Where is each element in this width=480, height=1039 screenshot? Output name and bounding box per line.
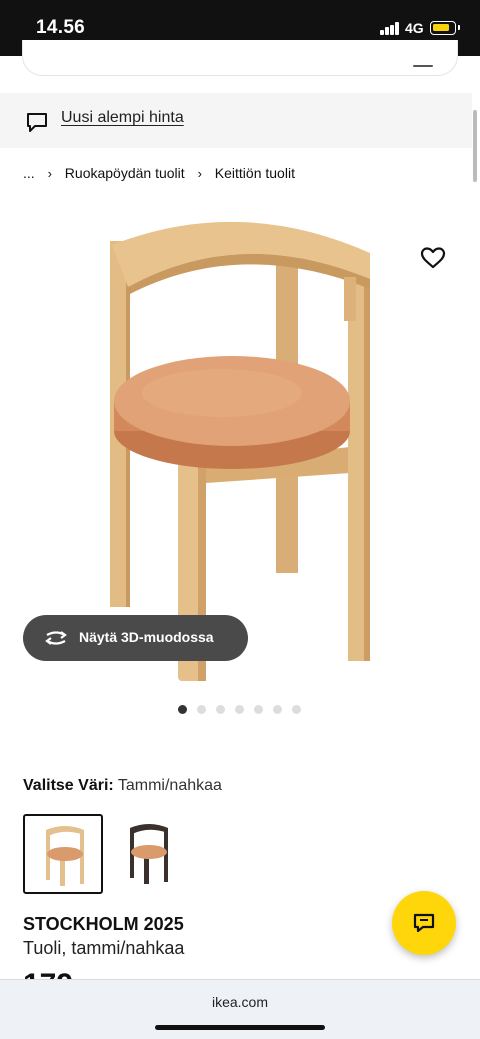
banner-link[interactable]: Uusi alempi hinta [61, 109, 184, 127]
carousel-dot[interactable] [254, 705, 263, 714]
url-text[interactable]: ikea.com [0, 994, 480, 1010]
chevron-right-icon: › [47, 165, 52, 181]
swatch-chair-black [130, 824, 168, 884]
search-bar[interactable] [22, 40, 458, 76]
signal-icon [380, 22, 400, 35]
browser-address-bar[interactable]: ikea.com [0, 979, 480, 1039]
status-time: 14.56 [36, 17, 86, 38]
scrollbar[interactable] [473, 110, 477, 182]
breadcrumb-item-dining-chairs[interactable]: Ruokapöydän tuolit [65, 165, 185, 181]
heart-icon[interactable] [420, 246, 446, 270]
chat-bubble-icon [27, 113, 47, 132]
carousel-dot[interactable] [273, 705, 282, 714]
menu-icon[interactable] [413, 65, 433, 67]
view-3d-button[interactable]: Näytä 3D-muodossa [23, 615, 248, 661]
color-selected-value: Tammi/nahkaa [117, 777, 222, 794]
swatch-chair-oak [46, 826, 84, 886]
carousel-dot[interactable] [216, 705, 225, 714]
breadcrumb-ellipsis[interactable]: ... [23, 165, 35, 181]
network-type: 4G [405, 20, 424, 36]
carousel-dot[interactable] [292, 705, 301, 714]
carousel-dot[interactable] [197, 705, 206, 714]
carousel-dots [178, 705, 311, 715]
breadcrumb: ... › Ruokapöydän tuolit › Keittiön tuol… [23, 164, 295, 181]
color-heading: Valitse Väri: Tammi/nahkaa [23, 777, 222, 795]
product-name: STOCKHOLM 2025 [23, 914, 184, 934]
breadcrumb-item-kitchen-chairs[interactable]: Keittiön tuolit [215, 165, 295, 181]
color-swatch-oak[interactable] [23, 814, 103, 894]
color-heading-label: Valitse Väri: [23, 777, 114, 794]
carousel-dot[interactable] [178, 705, 187, 714]
rotate-3d-icon [45, 631, 67, 645]
chevron-right-icon: › [197, 165, 202, 181]
color-swatch-black[interactable] [109, 814, 189, 894]
chat-icon [413, 913, 435, 933]
price-banner[interactable]: Uusi alempi hinta [0, 93, 472, 148]
chat-button[interactable] [392, 891, 456, 955]
product-image[interactable] [0, 205, 480, 685]
view-3d-label: Näytä 3D-muodossa [79, 629, 214, 645]
product-description: Tuoli, tammi/nahkaa [23, 938, 185, 958]
home-indicator[interactable] [155, 1025, 325, 1030]
battery-icon [430, 21, 460, 35]
carousel-dot[interactable] [235, 705, 244, 714]
